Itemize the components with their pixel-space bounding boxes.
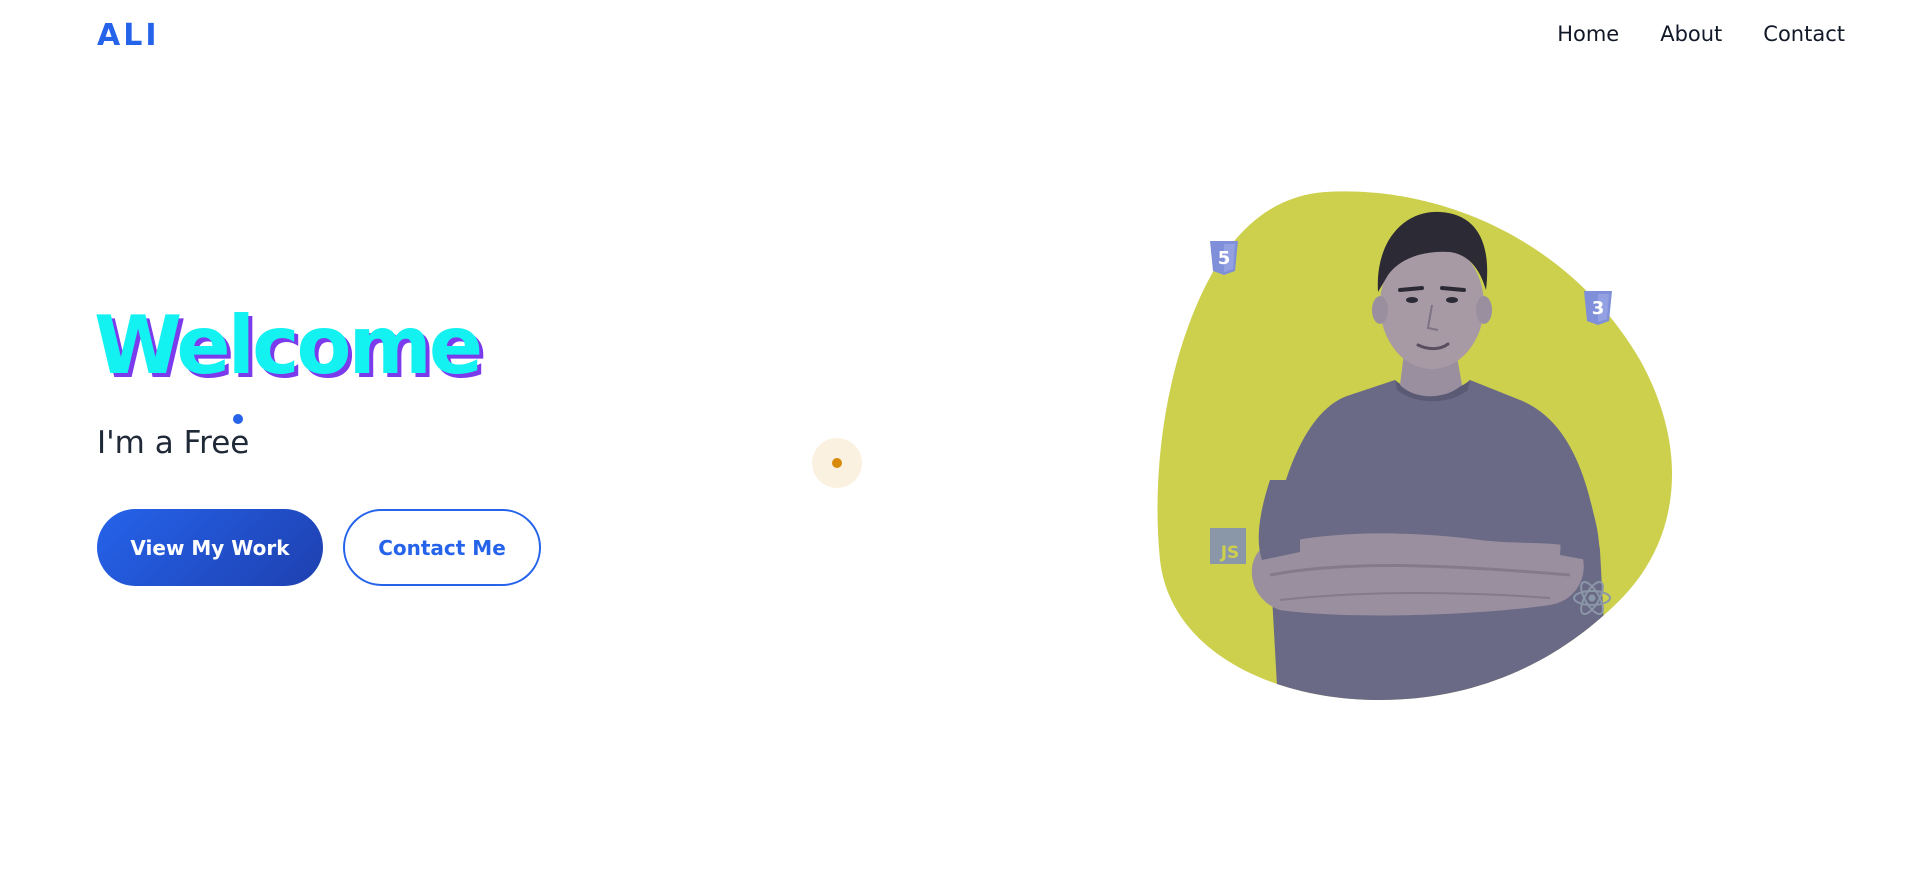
logo[interactable]: ALI <box>97 18 160 53</box>
nav-about[interactable]: About <box>1660 22 1722 46</box>
scroll-indicator[interactable] <box>812 438 862 488</box>
view-my-work-button[interactable]: View My Work <box>97 509 323 586</box>
nav-contact[interactable]: Contact <box>1763 22 1845 46</box>
main-nav: Home About Contact <box>1557 22 1845 46</box>
hero-visual: 5 3 JS <box>1150 180 1690 720</box>
javascript-label: JS <box>1220 543 1240 563</box>
hero-tagline: I'm a Free <box>97 425 250 461</box>
site-header: ALI Home About Contact <box>0 0 1920 72</box>
javascript-icon: JS <box>1210 528 1246 564</box>
nav-home[interactable]: Home <box>1557 22 1619 46</box>
contact-me-button[interactable]: Contact Me <box>343 509 541 586</box>
hero-heading: Welcome <box>94 299 483 392</box>
typing-cursor-dot <box>233 414 243 424</box>
html5-label: 5 <box>1218 248 1231 269</box>
html5-icon: 5 <box>1210 241 1238 275</box>
react-icon <box>1573 581 1611 615</box>
css3-label: 3 <box>1592 298 1605 319</box>
css3-icon: 3 <box>1584 291 1612 325</box>
scroll-indicator-dot <box>832 458 842 468</box>
